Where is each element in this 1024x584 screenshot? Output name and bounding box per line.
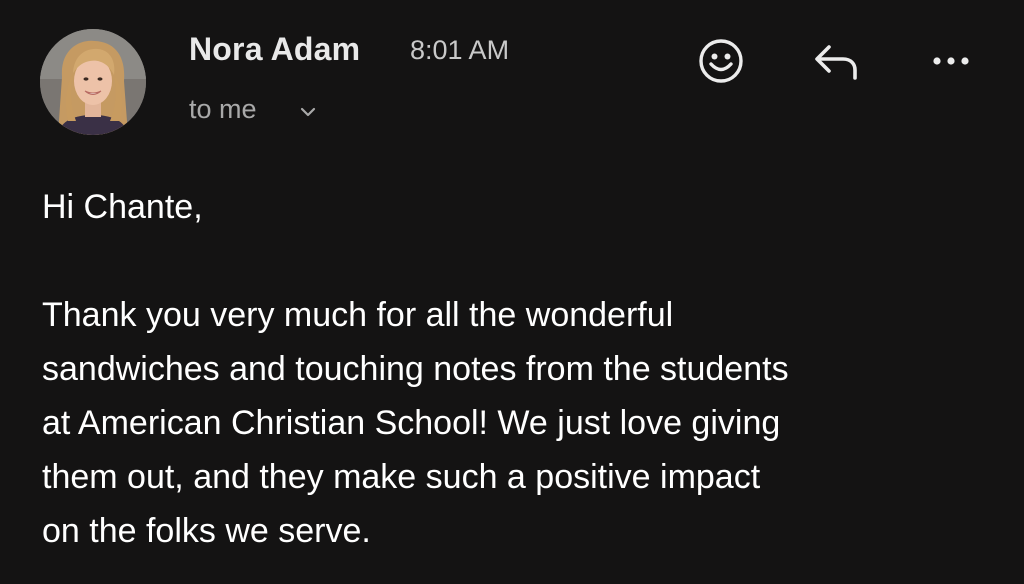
chevron-down-icon[interactable] [300, 106, 316, 118]
reply-icon [815, 45, 857, 80]
add-reaction-button[interactable] [692, 33, 750, 89]
avatar-photo [40, 29, 146, 135]
sender-name[interactable]: Nora Adam [189, 31, 360, 68]
message-timestamp: 8:01 AM [410, 35, 510, 65]
reply-button[interactable] [806, 33, 868, 89]
message-line: Thank you very much for all the wonderfu… [42, 296, 674, 334]
sender-avatar[interactable] [40, 29, 146, 135]
message-paragraph: Thank you very much for all the wonderfu… [42, 288, 1002, 558]
message-body: Hi Chante, Thank you very much for all t… [42, 180, 1002, 558]
emoji-icon [699, 39, 743, 83]
message-line: them out, and they make such a positive … [42, 458, 761, 496]
recipient-summary[interactable]: to me [189, 94, 257, 125]
message-line: on the folks we serve. [42, 512, 371, 550]
more-horizontal-icon [933, 57, 969, 65]
message-greeting: Hi Chante, [42, 188, 203, 226]
message-line: sandwiches and touching notes from the s… [42, 350, 789, 388]
more-options-button[interactable] [922, 33, 980, 89]
message-line: at American Christian School! We just lo… [42, 404, 781, 442]
email-view: Nora Adam 8:01 AM to me Hi Chante, Thank… [0, 0, 1024, 584]
